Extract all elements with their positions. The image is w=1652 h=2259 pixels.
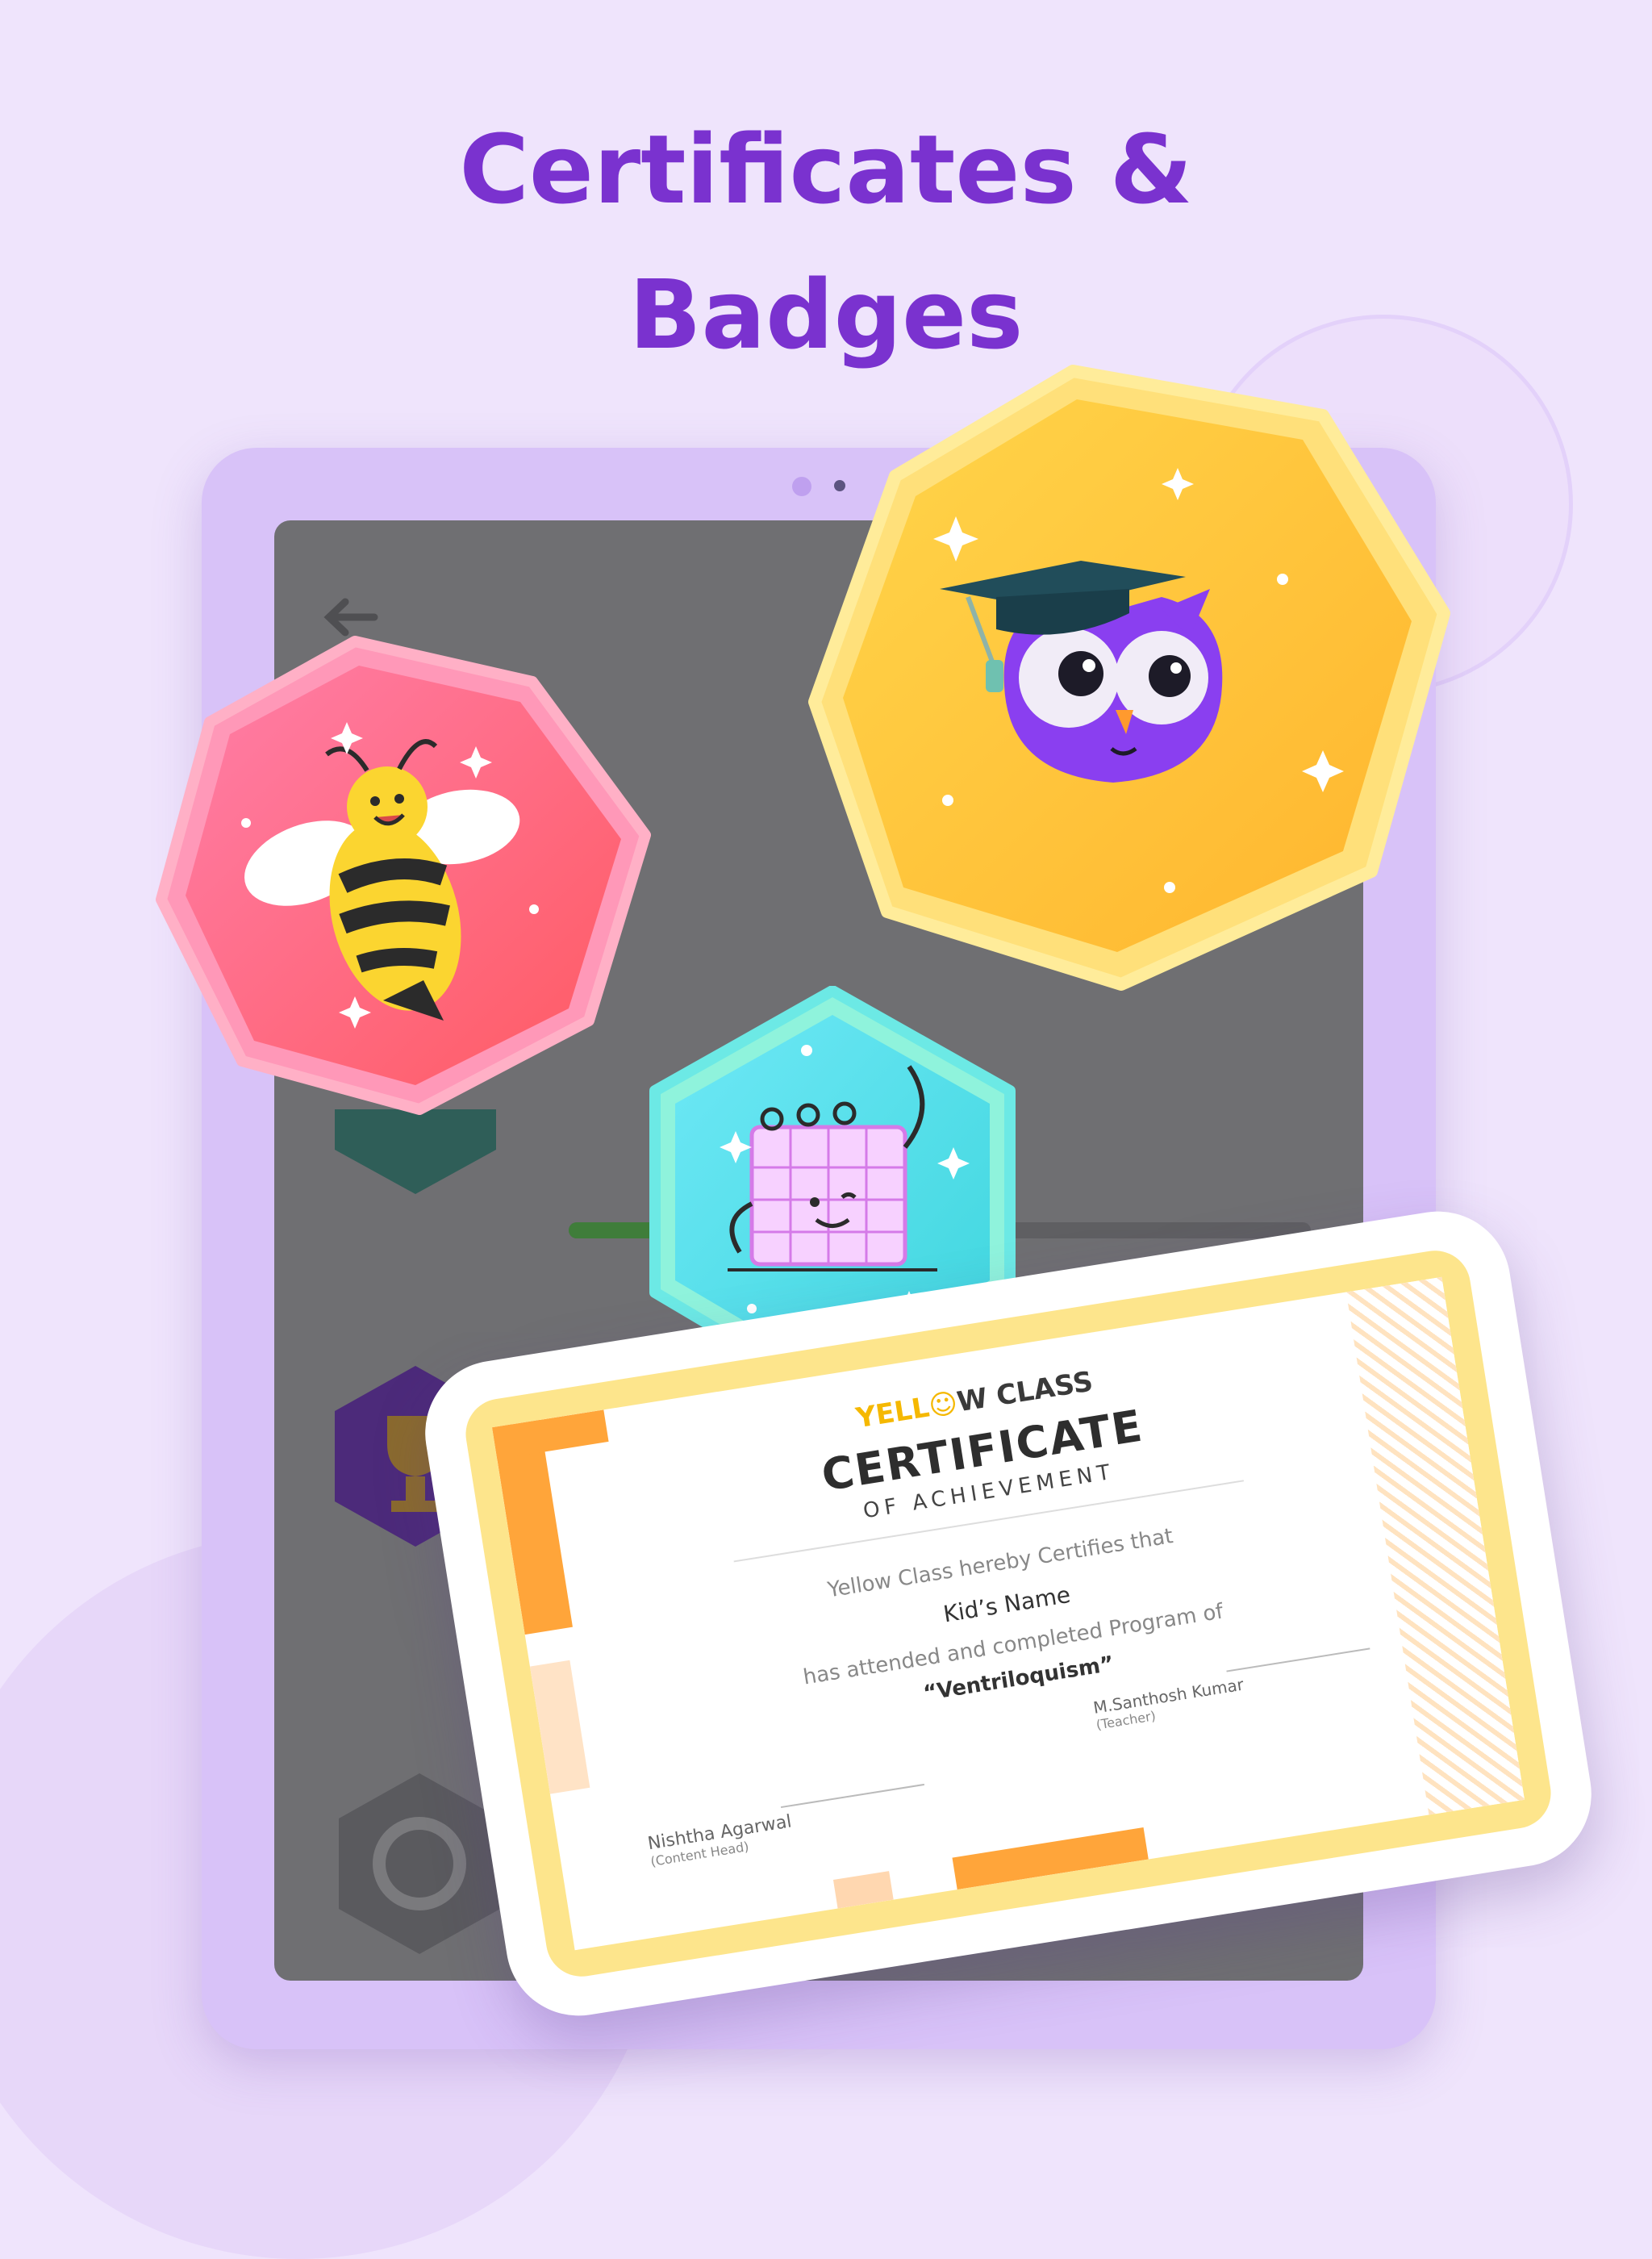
owl-badge xyxy=(808,365,1450,991)
back-arrow-icon xyxy=(323,598,378,637)
certificate-decor-bottom-block xyxy=(952,1827,1149,1890)
signature-left: Nishtha Agarwal (Content Head) xyxy=(645,1782,939,1869)
headline: Certificates & Badges xyxy=(0,97,1652,387)
certificate-decor-bottom-small xyxy=(832,1871,894,1909)
headline-line-1: Certificates & xyxy=(459,114,1193,225)
certificate-paper: YELL☺W CLASS CERTIFICATE OF ACHIEVEMENT … xyxy=(492,1276,1525,1951)
certificate-frame: YELL☺W CLASS CERTIFICATE OF ACHIEVEMENT … xyxy=(461,1245,1556,1982)
bee-badge xyxy=(156,636,651,1115)
certificate-brand-left: YELL xyxy=(853,1391,932,1435)
